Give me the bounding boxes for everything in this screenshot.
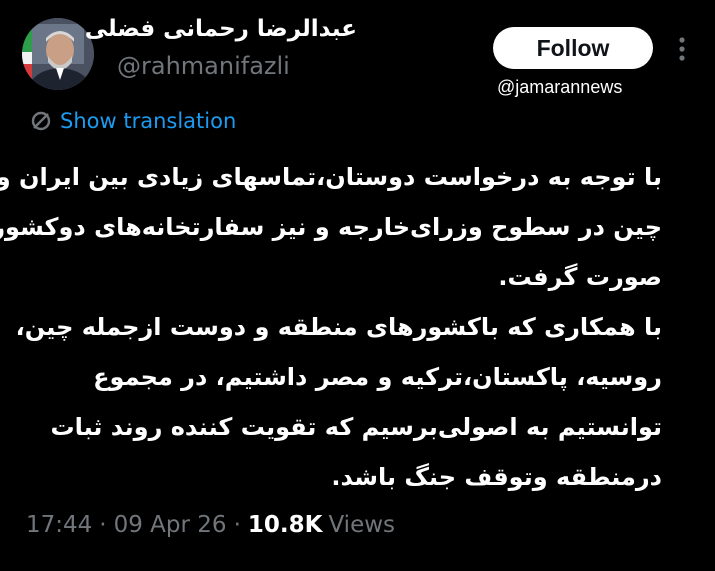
translate-icon [31, 111, 51, 131]
tweet-date[interactable]: 09 Apr 26 [114, 512, 227, 538]
show-translation-label: Show translation [60, 109, 237, 133]
tweet-line: روسیه، پاکستان،ترکیه و مصر داشتیم، در مج… [93, 363, 662, 391]
watermark-text: @jamarannews [497, 77, 623, 97]
tweet-line: چین در سطوح وزرای‌خارجه و نیز سفارتخانه‌… [0, 213, 662, 241]
author-handle[interactable]: @rahmanifazli [117, 52, 290, 80]
tweet-time[interactable]: 17:44 [26, 512, 92, 538]
avatar-photo [22, 18, 94, 90]
show-translation-link[interactable]: Show translation [30, 109, 236, 133]
views-count[interactable]: 10.8K [248, 512, 323, 538]
tweet-line: درمنطقه وتوقف جنگ باشد. [331, 463, 662, 491]
tweet-line: با همکاری که باکشورهای منطقه و دوست ازجم… [15, 313, 662, 341]
tweet-line: توانستیم به اصولی‌برسیم که تقویت کننده ر… [50, 413, 663, 441]
meta-separator: · [233, 512, 241, 538]
tweet-line: صورت گرفت. [498, 263, 662, 291]
follow-button[interactable]: Follow [493, 27, 653, 69]
meta-separator: · [99, 512, 107, 538]
tweet-text: با توجه به درخواست دوستان،تماسهای زیادی … [0, 152, 663, 502]
tweet-metadata: 17:44 · 09 Apr 26 · 10.8K Views [26, 512, 395, 538]
author-display-name[interactable]: عبدالرضا رحمانی فضلی [85, 16, 357, 42]
more-vertical-icon [679, 37, 685, 61]
views-label: Views [328, 512, 396, 538]
author-avatar[interactable] [22, 18, 94, 90]
more-options-button[interactable] [670, 31, 694, 67]
tweet-line: با توجه به درخواست دوستان،تماسهای زیادی … [0, 163, 662, 191]
